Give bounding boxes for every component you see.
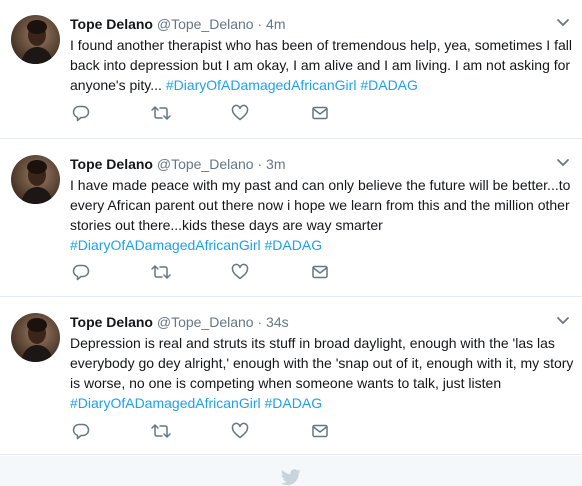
chevron-down-icon[interactable] [555, 14, 571, 30]
heart-icon[interactable] [231, 422, 251, 442]
tweet-text: Depression is real and struts its stuff … [70, 333, 575, 413]
separator: · [257, 16, 263, 32]
timestamp[interactable]: 34s [266, 314, 289, 330]
avatar[interactable] [11, 155, 60, 204]
tweet-actions [72, 422, 342, 442]
envelope-icon[interactable] [311, 422, 331, 442]
chevron-down-icon[interactable] [555, 154, 571, 170]
retweet-icon[interactable] [151, 263, 171, 283]
tweet-text: I have made peace with my past and can o… [70, 175, 575, 255]
separator: · [257, 156, 263, 172]
reply-icon[interactable] [72, 104, 92, 124]
envelope-icon[interactable] [311, 104, 331, 124]
twitter-bird-icon [281, 469, 301, 486]
author-name[interactable]: Tope Delano [70, 314, 153, 330]
hashtag-link[interactable]: #DADAG [360, 77, 418, 93]
author-handle[interactable]: @Tope_Delano [157, 314, 254, 330]
author-handle[interactable]: @Tope_Delano [157, 156, 254, 172]
tweet-body: Depression is real and struts its stuff … [70, 335, 574, 391]
tweet-actions [72, 263, 342, 283]
tweet[interactable]: Tope Delano @Tope_Delano · 34s Depressio… [0, 298, 582, 455]
timeline-footer [0, 456, 582, 486]
heart-icon[interactable] [231, 263, 251, 283]
reply-icon[interactable] [72, 422, 92, 442]
avatar[interactable] [11, 15, 60, 64]
separator: · [257, 314, 263, 330]
tweet-body: I have made peace with my past and can o… [70, 177, 571, 233]
author-name[interactable]: Tope Delano [70, 156, 153, 172]
avatar[interactable] [11, 313, 60, 362]
author-handle[interactable]: @Tope_Delano [157, 16, 254, 32]
tweet-actions [72, 104, 342, 124]
timestamp[interactable]: 3m [266, 156, 285, 172]
retweet-icon[interactable] [151, 104, 171, 124]
hashtag-link[interactable]: #DiaryOfADamagedAfricanGirl [70, 237, 261, 253]
hashtag-link[interactable]: #DADAG [265, 395, 323, 411]
tweet[interactable]: Tope Delano @Tope_Delano · 4m I found an… [0, 0, 582, 139]
retweet-icon[interactable] [151, 422, 171, 442]
author-name[interactable]: Tope Delano [70, 16, 153, 32]
tweet-text: I found another therapist who has been o… [70, 35, 575, 95]
tweet[interactable]: Tope Delano @Tope_Delano · 3m I have mad… [0, 140, 582, 297]
hashtag-link[interactable]: #DiaryOfADamagedAfricanGirl [166, 77, 357, 93]
reply-icon[interactable] [72, 263, 92, 283]
chevron-down-icon[interactable] [555, 312, 571, 328]
timestamp[interactable]: 4m [266, 16, 285, 32]
hashtag-link[interactable]: #DiaryOfADamagedAfricanGirl [70, 395, 261, 411]
envelope-icon[interactable] [311, 263, 331, 283]
hashtag-link[interactable]: #DADAG [265, 237, 323, 253]
heart-icon[interactable] [231, 104, 251, 124]
